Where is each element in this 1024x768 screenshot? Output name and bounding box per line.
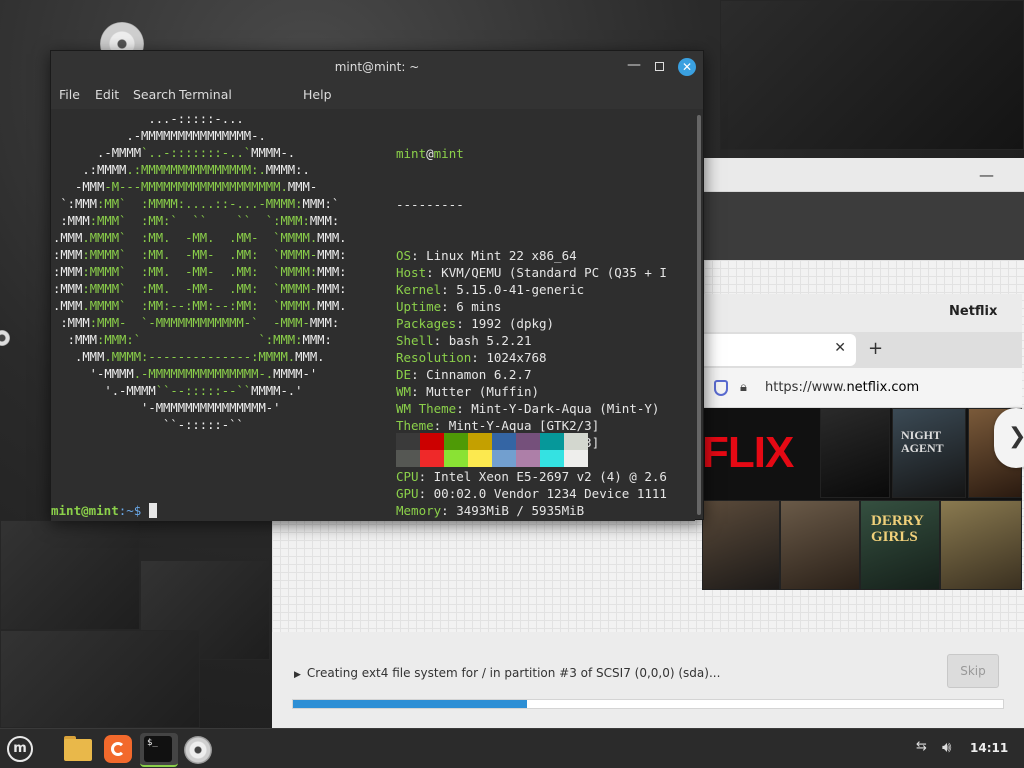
color-swatch [468, 433, 492, 450]
color-swatch [564, 433, 588, 450]
install-progress-fill [293, 700, 528, 708]
terminal-icon: $_ [144, 736, 172, 762]
neofetch-info: mint@mint --------- OS: Linux Mint 22 x8… [396, 111, 667, 553]
minimize-icon[interactable]: — [979, 166, 994, 184]
mint-logo-icon: m [7, 736, 33, 762]
disc-icon [184, 736, 212, 764]
netflix-logo: FLIX [702, 428, 794, 477]
install-status: ▶ Creating ext4 file system for / in part… [294, 666, 721, 680]
close-icon: ✕ [834, 340, 846, 356]
desktop-background [0, 630, 200, 728]
skip-button[interactable]: Skip [947, 654, 999, 688]
shield-icon [714, 380, 728, 396]
browser-urlbar: 🔒︎ https://www.netflix.com [702, 368, 1022, 408]
browser-title: Netflix [949, 304, 998, 319]
poster: NIGHT AGENT [892, 408, 966, 498]
info-line: Resolution: 1024x768 [396, 350, 547, 365]
browser-tabbar: ✕ + [702, 332, 1022, 368]
info-line: Host: KVM/QEMU (Standard PC (Q35 + I [396, 265, 667, 280]
taskbar-terminal[interactable]: $_ [140, 733, 178, 767]
desktop-background [720, 0, 1024, 150]
info-line: OS: Linux Mint 22 x86_64 [396, 248, 577, 263]
info-line: Shell: bash 5.2.21 [396, 333, 532, 348]
info-line: WM: Mutter (Muffin) [396, 384, 540, 399]
poster-title: NIGHT AGENT [901, 428, 944, 455]
info-line: Theme: Mint-Y-Aqua [GTK2/3] [396, 418, 600, 433]
info-line: DE: Cinnamon 6.2.7 [396, 367, 532, 382]
installer-footer: ▶ Creating ext4 file system for / in part… [272, 632, 1024, 728]
install-progress-bar [292, 699, 1004, 709]
lock-icon: 🔒︎ [740, 380, 747, 395]
info-line: Uptime: 6 mins [396, 299, 502, 314]
color-swatch [516, 450, 540, 467]
poster: DERRY GIRLS [860, 500, 940, 590]
info-header: mint@mint [396, 146, 464, 161]
menu-edit[interactable]: Edit [95, 87, 119, 102]
color-swatch [420, 433, 444, 450]
menu-search[interactable]: Search [133, 87, 176, 102]
color-swatch [540, 433, 564, 450]
text-cursor [148, 503, 157, 518]
color-swatch [492, 433, 516, 450]
plus-icon: + [868, 338, 884, 359]
volume-icon[interactable]: 🔊︎ [942, 738, 951, 756]
clock[interactable]: 14:11 [970, 741, 1008, 755]
poster [820, 408, 890, 498]
folder-icon [64, 739, 92, 761]
slideshow-next-button[interactable]: ❯ [994, 408, 1024, 468]
color-swatch [468, 450, 492, 467]
desktop-background [0, 520, 140, 630]
terminal-menubar: File Edit Search Terminal Help [51, 83, 703, 109]
taskbar-firefox[interactable] [102, 733, 134, 765]
color-swatch [420, 450, 444, 467]
menu-button[interactable]: m [4, 733, 36, 765]
color-palette [396, 433, 588, 467]
terminal-title: mint@mint: ~ [334, 60, 420, 74]
poster-title: DERRY GIRLS [871, 513, 924, 545]
color-swatch [396, 433, 420, 450]
color-swatch [396, 450, 420, 467]
menu-terminal[interactable]: Terminal [179, 87, 232, 102]
color-swatch [492, 450, 516, 467]
poster [940, 500, 1022, 590]
poster [780, 500, 860, 590]
terminal-scrollbar[interactable] [697, 115, 701, 515]
network-icon[interactable]: ⇆ [916, 739, 927, 754]
neofetch-ascii-logo: ...-:::::-... .-MMMMMMMMMMMMMMM-. .-MMMM… [53, 112, 347, 432]
maximize-icon[interactable] [655, 62, 664, 71]
info-separator: --------- [396, 197, 464, 212]
color-swatch [444, 433, 468, 450]
poster [702, 500, 780, 590]
info-line: GPU: 00:02.0 Vendor 1234 Device 1111 [396, 486, 667, 501]
info-line: WM Theme: Mint-Y-Dark-Aqua (Mint-Y) [396, 401, 660, 416]
desktop-disc-icon-small[interactable] [0, 330, 10, 346]
browser-titlebar: Netflix [702, 294, 1022, 332]
color-swatch [564, 450, 588, 467]
color-swatch [540, 450, 564, 467]
netflix-content: FLIX NIGHT AGENT DERRY GIRLS [702, 408, 1022, 590]
color-swatch [516, 433, 540, 450]
info-line: Memory: 3493MiB / 5935MiB [396, 503, 585, 518]
taskbar-installer[interactable] [180, 733, 216, 765]
slideshow-browser: Netflix ✕ + 🔒︎ https://www.netflix.com F… [702, 294, 1022, 590]
terminal-output[interactable]: ...-:::::-... .-MMMMMMMMMMMMMMM-. .-MMMM… [51, 109, 695, 521]
info-line: Kernel: 5.15.0-41-generic [396, 282, 585, 297]
firefox-icon [104, 735, 132, 763]
close-icon[interactable]: ✕ [678, 58, 696, 76]
terminal-titlebar[interactable]: mint@mint: ~ — ✕ [51, 51, 703, 83]
info-line: Packages: 1992 (dpkg) [396, 316, 555, 331]
shell-prompt[interactable]: mint@mint:~$ [51, 503, 157, 518]
browser-url: https://www.netflix.com [765, 380, 920, 395]
browser-tab: ✕ [702, 334, 856, 366]
taskbar-files[interactable] [62, 733, 94, 765]
menu-help[interactable]: Help [303, 87, 332, 102]
taskbar: m $_ ⇆ 🔊︎ 14:11 [0, 728, 1024, 768]
terminal-window: mint@mint: ~ — ✕ File Edit Search Termin… [50, 50, 704, 521]
color-swatch [444, 450, 468, 467]
triangle-right-icon[interactable]: ▶ [294, 670, 301, 680]
minimize-icon[interactable]: — [627, 57, 641, 73]
info-line: CPU: Intel Xeon E5-2697 v2 (4) @ 2.6 [396, 469, 667, 484]
menu-file[interactable]: File [59, 87, 80, 102]
